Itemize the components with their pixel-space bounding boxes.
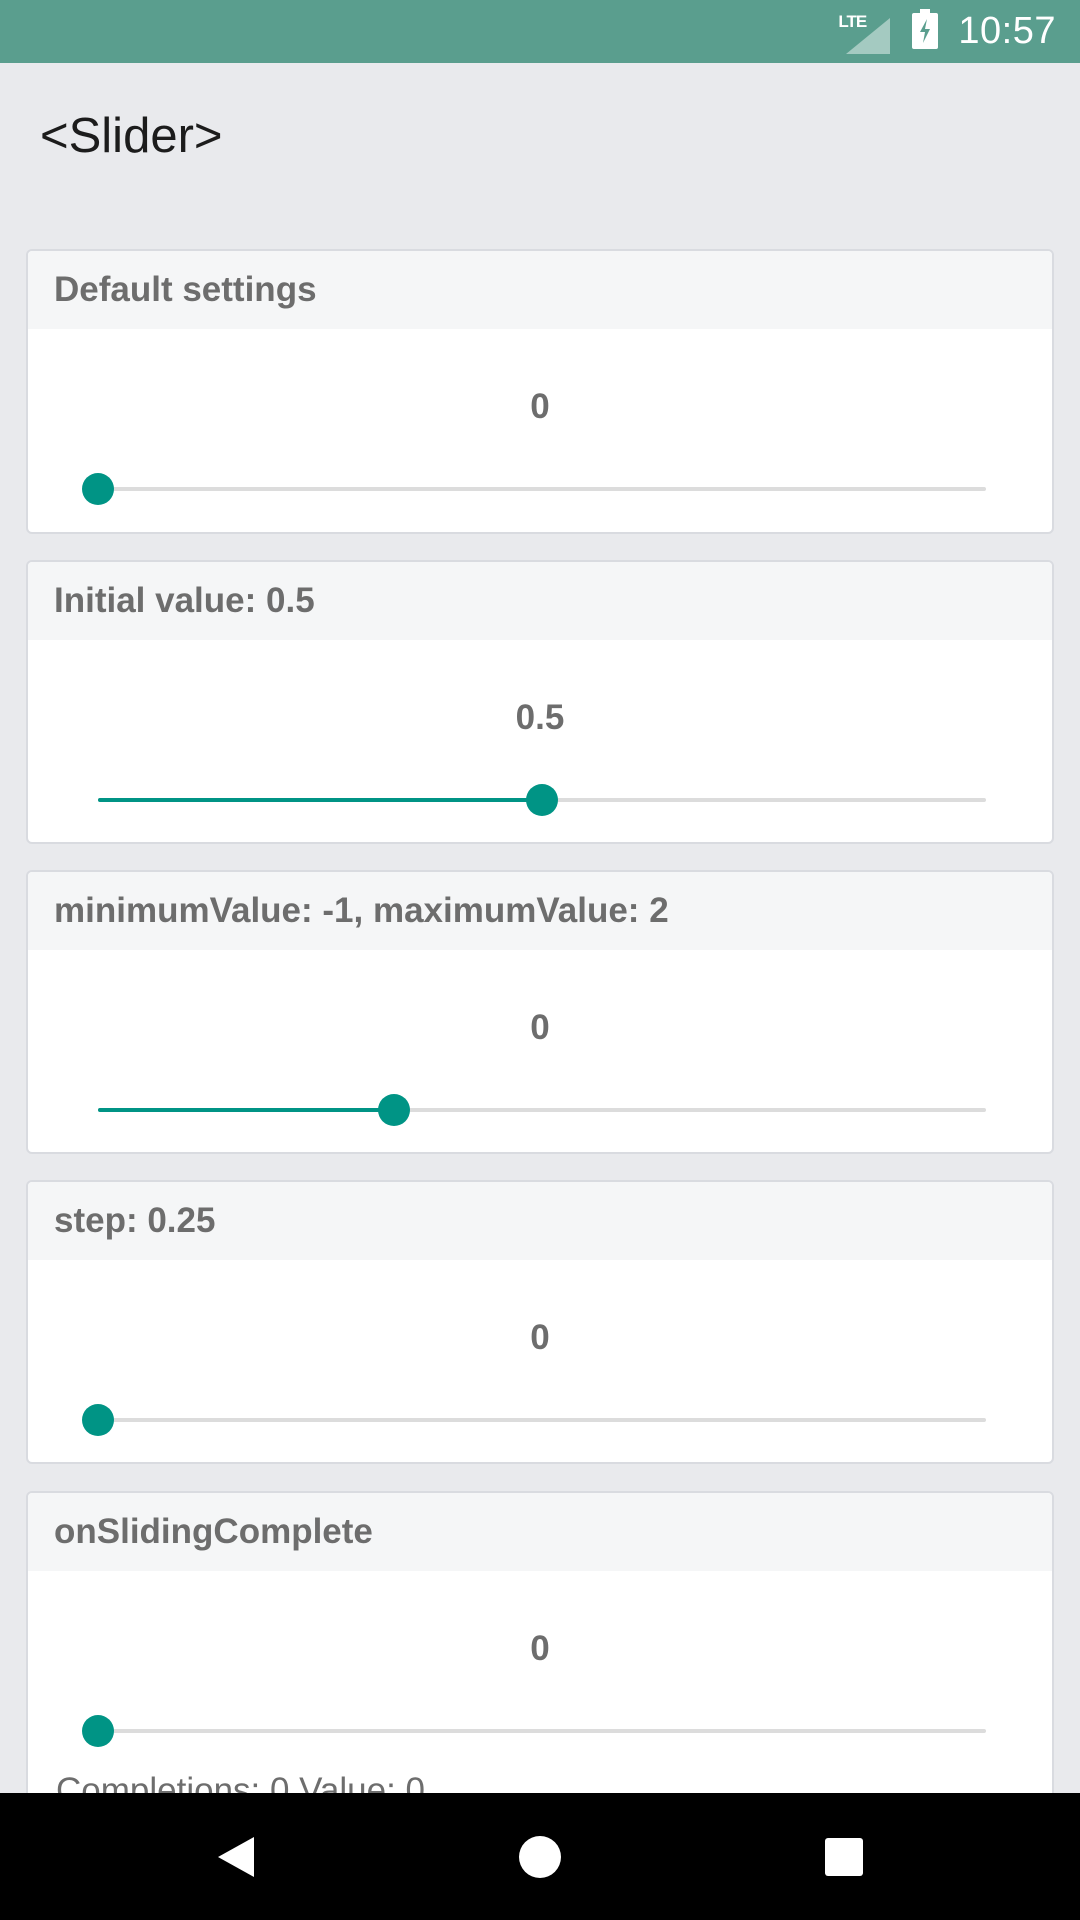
card-body: 0	[28, 950, 1052, 1152]
navigation-bar	[0, 1793, 1080, 1920]
slider[interactable]	[98, 780, 986, 820]
slider-thumb[interactable]	[526, 784, 558, 816]
card-body: 0	[28, 329, 1052, 532]
card-body: 0	[28, 1260, 1052, 1462]
slider-value-label: 0	[530, 1629, 550, 1668]
slider-fill	[98, 1108, 394, 1112]
slider-track[interactable]	[98, 1418, 986, 1422]
page-title: <Slider>	[40, 109, 223, 163]
card-min-max-value: minimumValue: -1, maximumValue: 2 0	[26, 870, 1054, 1154]
slider-value-label: 0	[530, 387, 550, 426]
slider-fill	[98, 798, 542, 802]
card-initial-value: Initial value: 0.5 0.5	[26, 560, 1054, 844]
card-body: 0.5	[28, 640, 1052, 842]
slider-thumb[interactable]	[377, 1094, 410, 1126]
status-time: 10:57	[958, 10, 1056, 52]
slider[interactable]	[82, 1711, 986, 1751]
card-title: step: 0.25	[28, 1182, 1052, 1260]
card-default-settings: Default settings 0	[26, 249, 1054, 534]
card-title: Initial value: 0.5	[28, 562, 1052, 640]
slider[interactable]	[82, 1400, 986, 1440]
slider[interactable]	[82, 469, 986, 509]
card-title: Default settings	[28, 251, 1052, 329]
card-body: 0 Completions: 0 Value: 0	[28, 1571, 1052, 1829]
slider-thumb[interactable]	[82, 1715, 114, 1747]
home-icon[interactable]	[510, 1827, 570, 1887]
slider[interactable]	[98, 1090, 986, 1130]
slider-value-label: 0.5	[515, 698, 565, 737]
signal-icon: LTE	[838, 12, 891, 54]
slider-track[interactable]	[98, 1729, 986, 1733]
slider-thumb[interactable]	[82, 473, 114, 505]
slider-thumb[interactable]	[82, 1404, 114, 1436]
card-title: onSlidingComplete	[28, 1493, 1052, 1571]
battery-charging-icon	[912, 9, 939, 54]
card-step: step: 0.25 0	[26, 1180, 1054, 1464]
card-on-sliding-complete: onSlidingComplete 0 Completions: 0 Value…	[26, 1491, 1054, 1831]
recents-icon[interactable]	[814, 1827, 874, 1887]
slider-value-label: 0	[530, 1318, 550, 1357]
slider-value-label: 0	[530, 1008, 550, 1047]
back-icon[interactable]	[206, 1827, 266, 1887]
status-bar: LTE 10:57	[0, 0, 1080, 63]
slider-track[interactable]	[98, 487, 986, 491]
card-title: minimumValue: -1, maximumValue: 2	[28, 872, 1052, 950]
